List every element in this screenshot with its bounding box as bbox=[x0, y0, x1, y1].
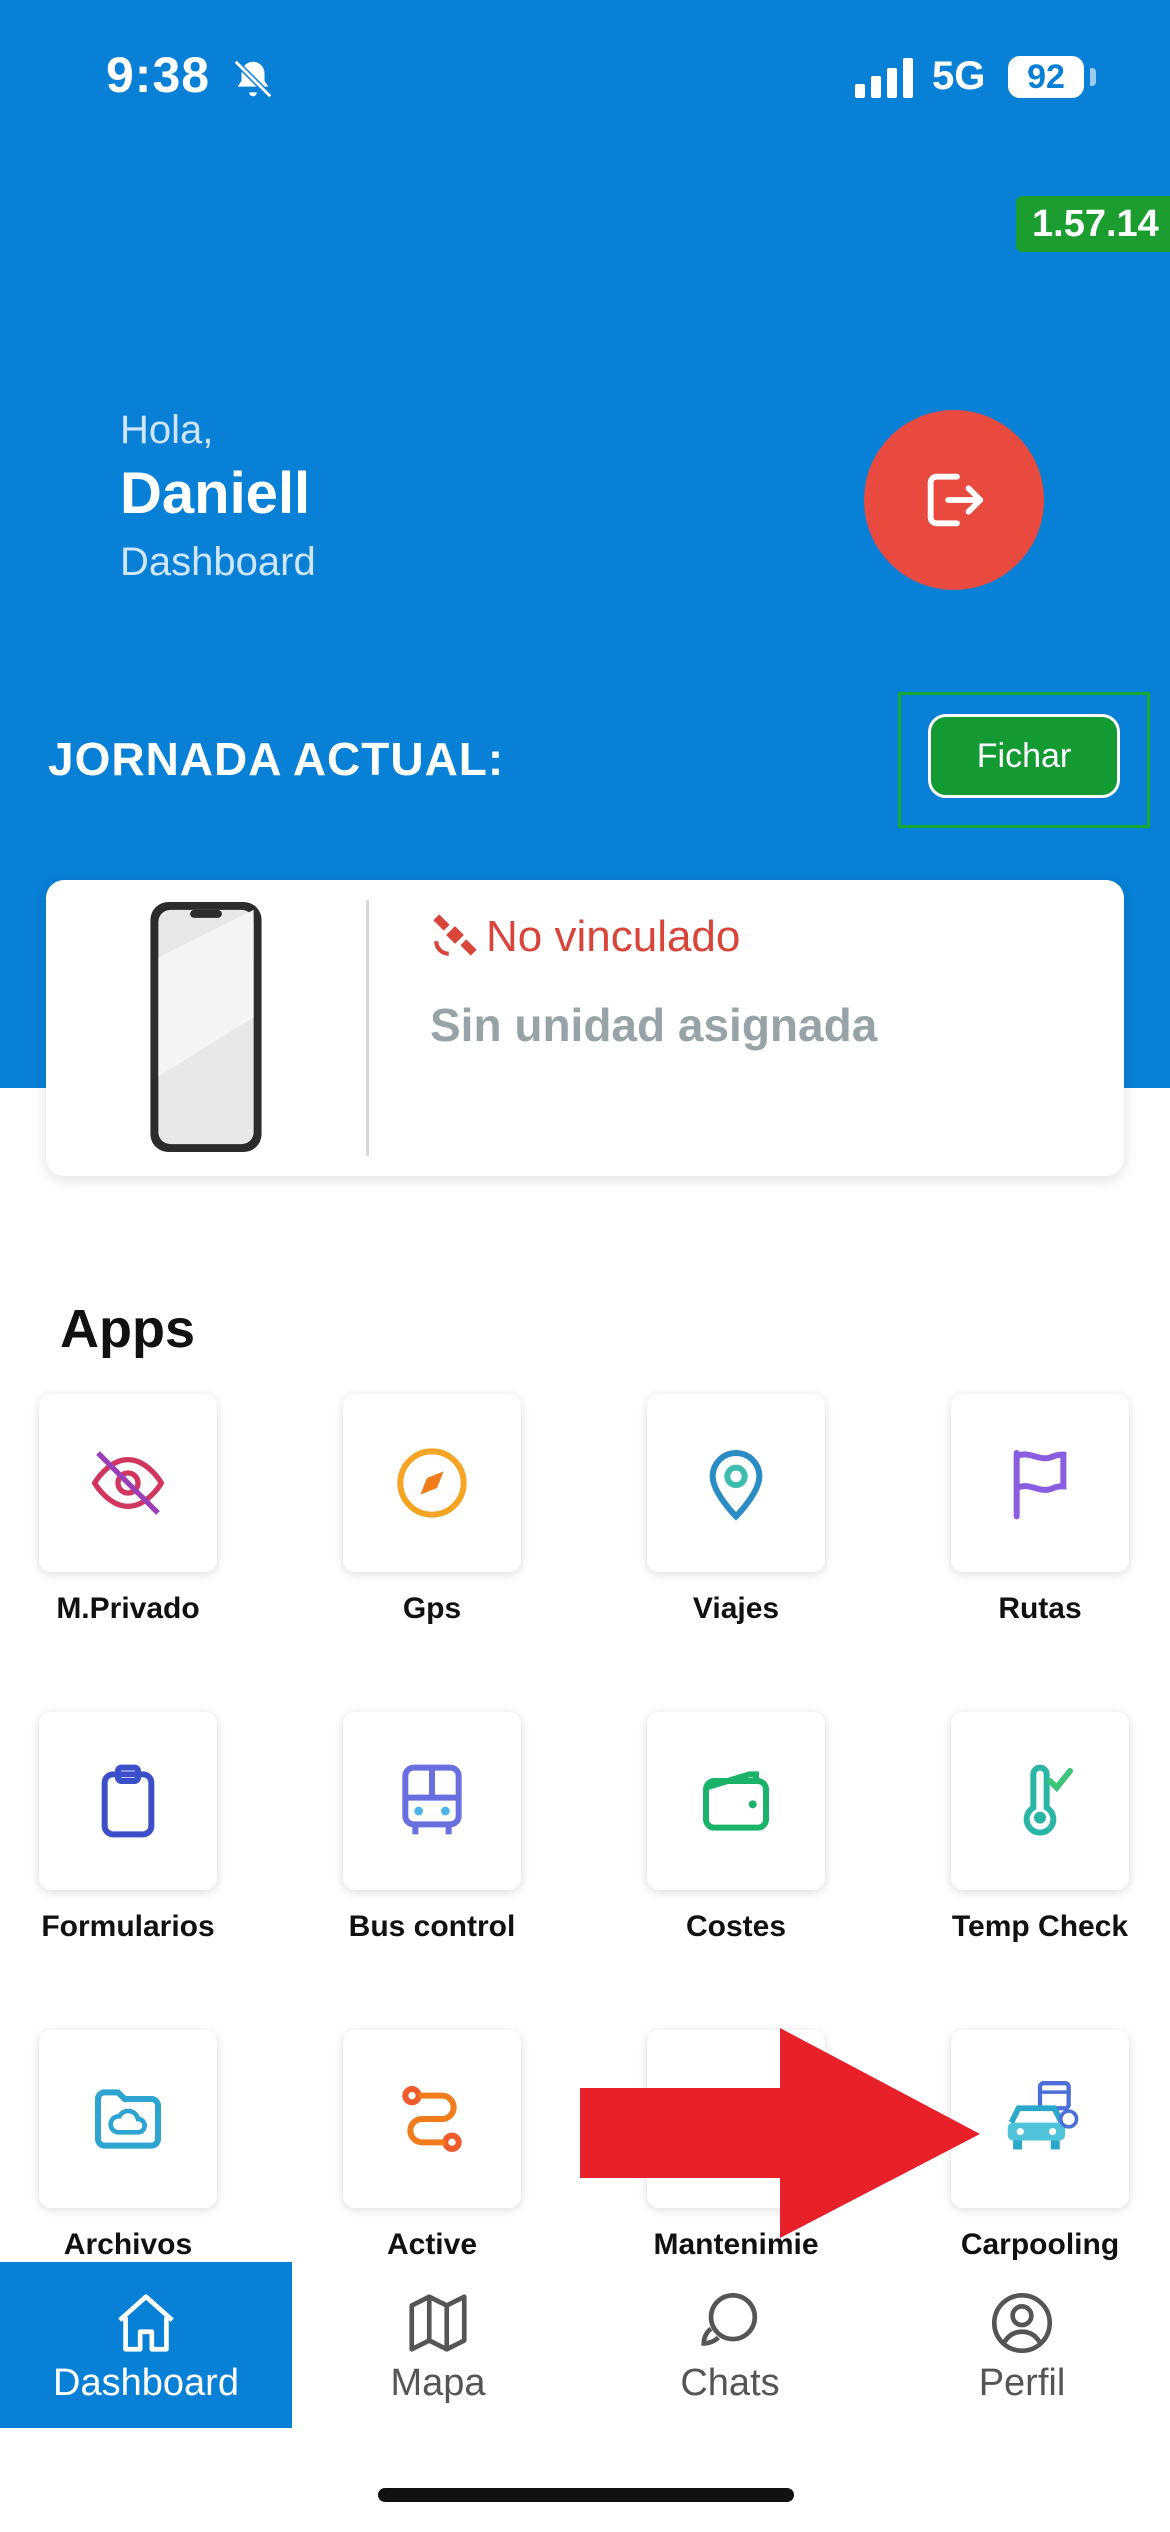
logout-button[interactable] bbox=[864, 410, 1044, 590]
link-status: No vinculado bbox=[486, 912, 741, 961]
home-indicator bbox=[378, 2488, 794, 2502]
bottom-nav: Dashboard Mapa Chats Perfil bbox=[0, 2262, 1170, 2428]
map-icon bbox=[409, 2294, 467, 2352]
user-name: Daniell bbox=[120, 461, 311, 526]
clipboard-icon bbox=[101, 1764, 155, 1838]
app-viajes[interactable]: Viajes bbox=[606, 1394, 866, 1626]
apps-title: Apps bbox=[60, 1299, 195, 1359]
satellite-icon bbox=[433, 914, 477, 956]
app-tile[interactable] bbox=[951, 1712, 1129, 1890]
app-tile[interactable] bbox=[647, 1394, 825, 1572]
app-label: Active bbox=[386, 2228, 478, 2261]
logout-icon bbox=[927, 473, 984, 527]
compass-icon bbox=[397, 1448, 467, 1518]
bell-muted-icon bbox=[233, 59, 273, 99]
app-m-privado[interactable]: M.Privado bbox=[0, 1394, 258, 1626]
app-label: M.Privado bbox=[56, 1592, 200, 1625]
nav-label: Chats bbox=[680, 2362, 780, 2404]
wallet-icon bbox=[703, 1771, 769, 1831]
app-label: Costes bbox=[685, 1910, 787, 1943]
home-icon bbox=[118, 2294, 174, 2352]
nav-label: Mapa bbox=[390, 2362, 486, 2404]
annotation-arrow bbox=[580, 2028, 980, 2238]
app-temp-check[interactable]: Temp Check bbox=[910, 1712, 1170, 1944]
jornada-label: JORNADA ACTUAL: bbox=[48, 733, 505, 785]
app-tile[interactable] bbox=[951, 1394, 1129, 1572]
battery-tip bbox=[1090, 68, 1096, 86]
bus-icon bbox=[402, 1764, 462, 1835]
page-subtitle: Dashboard bbox=[120, 540, 316, 584]
app-tile[interactable] bbox=[39, 1394, 217, 1572]
app-rutas[interactable]: Rutas bbox=[910, 1394, 1170, 1626]
unit-card[interactable]: No vinculado Sin unidad asignada bbox=[46, 880, 1124, 1176]
app-label: Archivos bbox=[63, 2228, 193, 2261]
network-type: 5G bbox=[932, 54, 986, 98]
fichar-button[interactable]: Fichar bbox=[928, 714, 1120, 798]
app-formularios[interactable]: Formularios bbox=[0, 1712, 258, 1944]
app-tile[interactable] bbox=[647, 1712, 825, 1890]
nav-dashboard[interactable]: Dashboard bbox=[0, 2262, 292, 2428]
chat-icon bbox=[701, 2292, 758, 2346]
nav-mapa[interactable]: Mapa bbox=[292, 2262, 584, 2428]
nav-perfil[interactable]: Perfil bbox=[876, 2262, 1168, 2428]
app-label: Viajes bbox=[692, 1592, 780, 1625]
app-tile[interactable] bbox=[343, 2030, 521, 2208]
profile-icon bbox=[991, 2292, 1053, 2354]
flag-icon bbox=[1013, 1450, 1067, 1520]
nav-label: Perfil bbox=[978, 2362, 1066, 2404]
version-badge: 1.57.14 bbox=[1016, 196, 1170, 252]
app-tile[interactable] bbox=[343, 1394, 521, 1572]
app-label: Bus control bbox=[348, 1910, 516, 1943]
app-gps[interactable]: Gps bbox=[302, 1394, 562, 1626]
car-calendar-icon bbox=[1007, 2081, 1079, 2150]
map-pin-icon bbox=[709, 1450, 763, 1521]
unit-label: Sin unidad asignada bbox=[430, 999, 878, 1051]
app-tile[interactable] bbox=[39, 2030, 217, 2208]
app-label: Formularios bbox=[41, 1910, 215, 1943]
card-divider bbox=[366, 900, 369, 1156]
app-label: Gps bbox=[402, 1592, 462, 1625]
app-bus-control[interactable]: Bus control bbox=[302, 1712, 562, 1944]
eye-off-icon bbox=[91, 1451, 165, 1515]
greeting: Hola, bbox=[120, 408, 214, 452]
app-label: Rutas bbox=[998, 1592, 1082, 1625]
app-archivos[interactable]: Archivos bbox=[0, 2030, 258, 2262]
app-label: Temp Check bbox=[951, 1910, 1129, 1943]
nav-label: Dashboard bbox=[53, 2362, 239, 2404]
nav-chats[interactable]: Chats bbox=[584, 2262, 876, 2428]
app-tile[interactable] bbox=[39, 1712, 217, 1890]
folder-cloud-icon bbox=[95, 2089, 161, 2149]
status-time: 9:38 bbox=[106, 47, 211, 103]
app-costes[interactable]: Costes bbox=[606, 1712, 866, 1944]
thermometer-icon bbox=[1023, 1764, 1073, 1836]
app-tile[interactable] bbox=[343, 1712, 521, 1890]
app-active[interactable]: Active bbox=[302, 2030, 562, 2262]
battery-indicator: 92 bbox=[1008, 56, 1084, 98]
route-icon bbox=[402, 2086, 462, 2152]
phone-image bbox=[150, 901, 262, 1153]
signal-icon bbox=[855, 58, 913, 98]
